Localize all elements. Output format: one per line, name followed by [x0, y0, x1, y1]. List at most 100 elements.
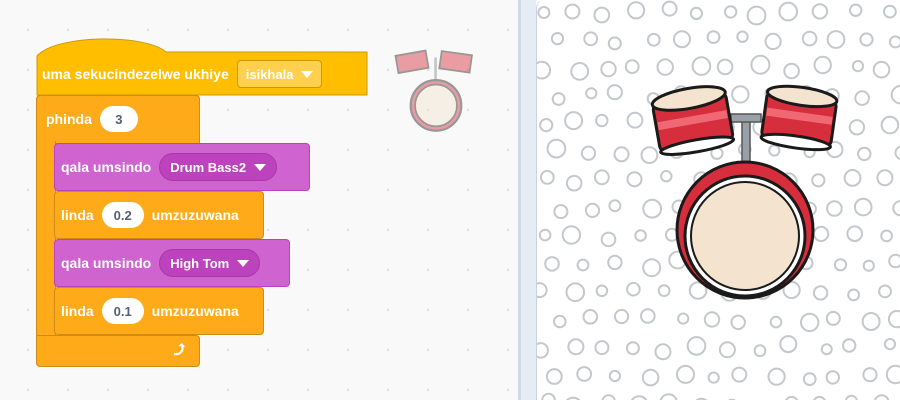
backdrop-ring [661, 0, 678, 17]
backdrop-ring [854, 90, 870, 106]
pane-divider-edge [518, 0, 521, 400]
backdrop-ring [851, 60, 865, 73]
backdrop-ring [553, 204, 569, 220]
backdrop-ring [888, 253, 900, 269]
backdrop-ring [861, 312, 881, 331]
backdrop-ring [885, 364, 900, 385]
backdrop-ring [716, 58, 734, 76]
play-label-1: qala umsindo [61, 159, 152, 175]
sprite-thumbnail[interactable] [392, 40, 480, 136]
backdrop-ring [876, 169, 894, 187]
drum-kit-sprite[interactable] [649, 80, 843, 302]
backdrop-ring [654, 343, 672, 361]
backdrop-ring [544, 256, 560, 272]
backdrop-ring [862, 367, 878, 383]
backdrop-ring [576, 258, 590, 272]
play-label-2: qala umsindo [61, 255, 152, 271]
sound-dropdown-1[interactable]: Drum Bass2 [159, 153, 278, 181]
repeat-head-content: phinda 3 [46, 95, 146, 143]
caret-down-icon [254, 163, 267, 171]
backdrop-ring [707, 371, 720, 384]
backdrop-ring [582, 309, 599, 325]
when-key-pressed-block[interactable]: uma sekucindezelwe ukhiye isikhala [36, 52, 368, 96]
wait-input-1[interactable]: 0.2 [101, 202, 144, 228]
backdrop-ring [580, 145, 597, 161]
repeat-arm [36, 141, 56, 337]
backdrop-ring [593, 6, 611, 24]
backdrop-ring [862, 259, 875, 272]
wait-block-1[interactable]: linda 0.2 umzuzuwana [54, 191, 264, 239]
stage[interactable] [536, 0, 900, 400]
backdrop-ring [565, 282, 586, 303]
code-area[interactable]: uma sekucindezelwe ukhiye isikhala phind… [0, 0, 518, 400]
repeat-label: phinda [46, 111, 92, 127]
backdrop-ring [601, 394, 616, 400]
backdrop-ring [545, 368, 563, 385]
backdrop-ring [800, 312, 820, 333]
backdrop-ring [584, 202, 601, 218]
backdrop-ring [538, 228, 552, 242]
play-sound-block-1[interactable]: qala umsindo Drum Bass2 [54, 143, 310, 191]
backdrop-ring [842, 338, 857, 353]
backdrop-ring [625, 341, 640, 356]
backdrop-ring [626, 281, 641, 297]
backdrop-ring [890, 85, 900, 105]
backdrop-ring [576, 366, 593, 382]
backdrop-ring [659, 393, 678, 400]
backdrop-ring [594, 169, 610, 186]
backdrop-ring [888, 35, 900, 49]
backdrop-ring [624, 59, 640, 74]
wait-input-2[interactable]: 0.1 [101, 298, 144, 324]
backdrop-ring [825, 370, 840, 385]
backdrop-ring [825, 310, 841, 326]
key-dropdown[interactable]: isikhala [236, 60, 323, 88]
backdrop-ring [848, 119, 866, 136]
backdrop-ring [878, 284, 892, 299]
backdrop-ring [595, 284, 609, 298]
backdrop-ring [750, 54, 771, 75]
backdrop-ring [857, 146, 872, 162]
hat-label: uma sekucindezelwe ukhiye [42, 66, 229, 82]
sound-name-2: High Tom [170, 255, 230, 271]
backdrop-ring [550, 32, 565, 46]
backdrop-ring [767, 367, 786, 386]
wait-unit-2: umzuzuwana [151, 303, 239, 319]
caret-down-icon [237, 259, 250, 267]
backdrop-ring [802, 372, 817, 387]
backdrop-ring [626, 111, 644, 129]
wait-label-1: linda [61, 207, 94, 223]
backdrop-ring [843, 169, 862, 187]
backdrop-ring [892, 200, 900, 217]
backdrop-ring [561, 225, 582, 245]
backdrop-ring [779, 335, 798, 354]
backdrop-ring [627, 1, 646, 20]
backdrop-ring [541, 392, 556, 400]
backdrop-ring [826, 30, 846, 49]
backdrop-ring [595, 113, 609, 128]
backdrop-ring [594, 340, 610, 356]
wait-block-2[interactable]: linda 0.1 umzuzuwana [54, 287, 264, 335]
backdrop-ring [853, 197, 873, 217]
sound-dropdown-2[interactable]: High Tom [159, 249, 261, 277]
backdrop-ring [703, 311, 721, 328]
backdrop-ring [546, 138, 567, 159]
backdrop-ring [783, 62, 800, 80]
backdrop-ring [820, 343, 833, 356]
backdrop-ring [847, 288, 861, 302]
backdrop-ring [811, 3, 829, 20]
backdrop-ring [630, 395, 648, 400]
backdrop-ring [846, 225, 864, 242]
play-sound-block-2[interactable]: qala umsindo High Tom [54, 239, 290, 287]
backdrop-ring [564, 111, 584, 131]
backdrop-ring [539, 118, 554, 133]
backdrop-ring [640, 308, 656, 324]
repeat-count-input[interactable]: 3 [99, 106, 138, 132]
backdrop-ring [537, 6, 551, 19]
backdrop-ring [849, 3, 863, 17]
backdrop-ring [764, 32, 782, 51]
backdrop-ring [874, 394, 890, 400]
backdrop-ring [564, 3, 581, 20]
backdrop-ring [730, 314, 746, 330]
backdrop-ring [537, 342, 549, 359]
backdrop-ring [614, 308, 630, 325]
